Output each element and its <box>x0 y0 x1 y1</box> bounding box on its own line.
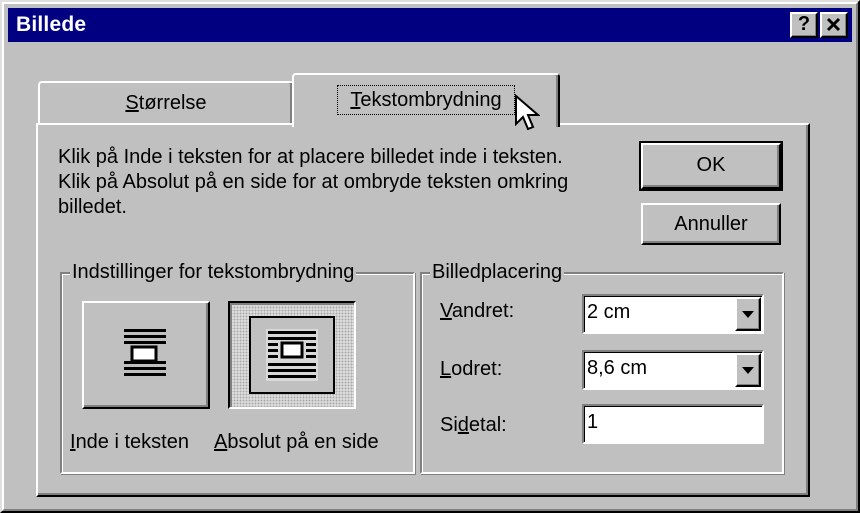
inline-option-label[interactable]: Inde i teksten <box>70 431 189 454</box>
inline-option-button[interactable] <box>82 301 210 409</box>
inline-wrap-icon <box>124 329 166 376</box>
horizontal-dropdown-arrow[interactable] <box>735 297 761 331</box>
cancel-button[interactable]: Annuller <box>641 203 781 245</box>
dialog-title: Billede <box>16 13 87 36</box>
ok-button[interactable]: OK <box>639 141 783 191</box>
page-number-label: Sidetal: <box>440 414 507 436</box>
chevron-down-icon <box>742 311 754 318</box>
close-button[interactable] <box>820 12 848 38</box>
tab-panel: Klik på Inde i teksten for at placere bi… <box>36 123 810 497</box>
wrap-settings-group: Indstillinger for tekstombrydning Inde i… <box>60 260 415 474</box>
title-bar[interactable]: Billede ? <box>8 8 852 42</box>
horizontal-label: Vandret: <box>440 300 515 322</box>
absolute-wrap-icon <box>249 316 335 394</box>
picture-position-title: Billedplacering <box>430 260 565 284</box>
picture-position-group: Billedplacering Vandret: 2 cm Lodret: 8,… <box>420 260 784 474</box>
tab-size[interactable]: Størrelse <box>38 81 294 125</box>
chevron-down-icon <box>742 367 754 374</box>
vertical-dropdown[interactable]: 8,6 cm <box>582 350 764 390</box>
horizontal-value: 2 cm <box>587 301 631 323</box>
tab-size-label: Størrelse <box>125 92 207 114</box>
close-icon <box>826 17 841 32</box>
wrap-settings-title: Indstillinger for tekstombrydning <box>70 260 357 284</box>
page-number-field[interactable]: 1 <box>582 404 764 444</box>
horizontal-dropdown[interactable]: 2 cm <box>582 294 764 334</box>
mouse-pointer-icon <box>515 94 540 131</box>
instructions-text: Klik på Inde i teksten for at placere bi… <box>58 146 569 218</box>
picture-dialog: Billede ? Størrelse Tekstombrydning Klik… <box>0 0 860 513</box>
vertical-value: 8,6 cm <box>587 357 648 379</box>
vertical-dropdown-arrow[interactable] <box>735 353 761 387</box>
absolute-option-label[interactable]: Absolut på en side <box>214 431 379 454</box>
page-number-value: 1 <box>587 411 599 433</box>
vertical-label: Lodret: <box>440 358 503 380</box>
help-button[interactable]: ? <box>790 12 818 38</box>
tab-text-wrapping-label: Tekstombrydning <box>337 85 515 115</box>
absolute-option-button[interactable] <box>228 301 356 409</box>
